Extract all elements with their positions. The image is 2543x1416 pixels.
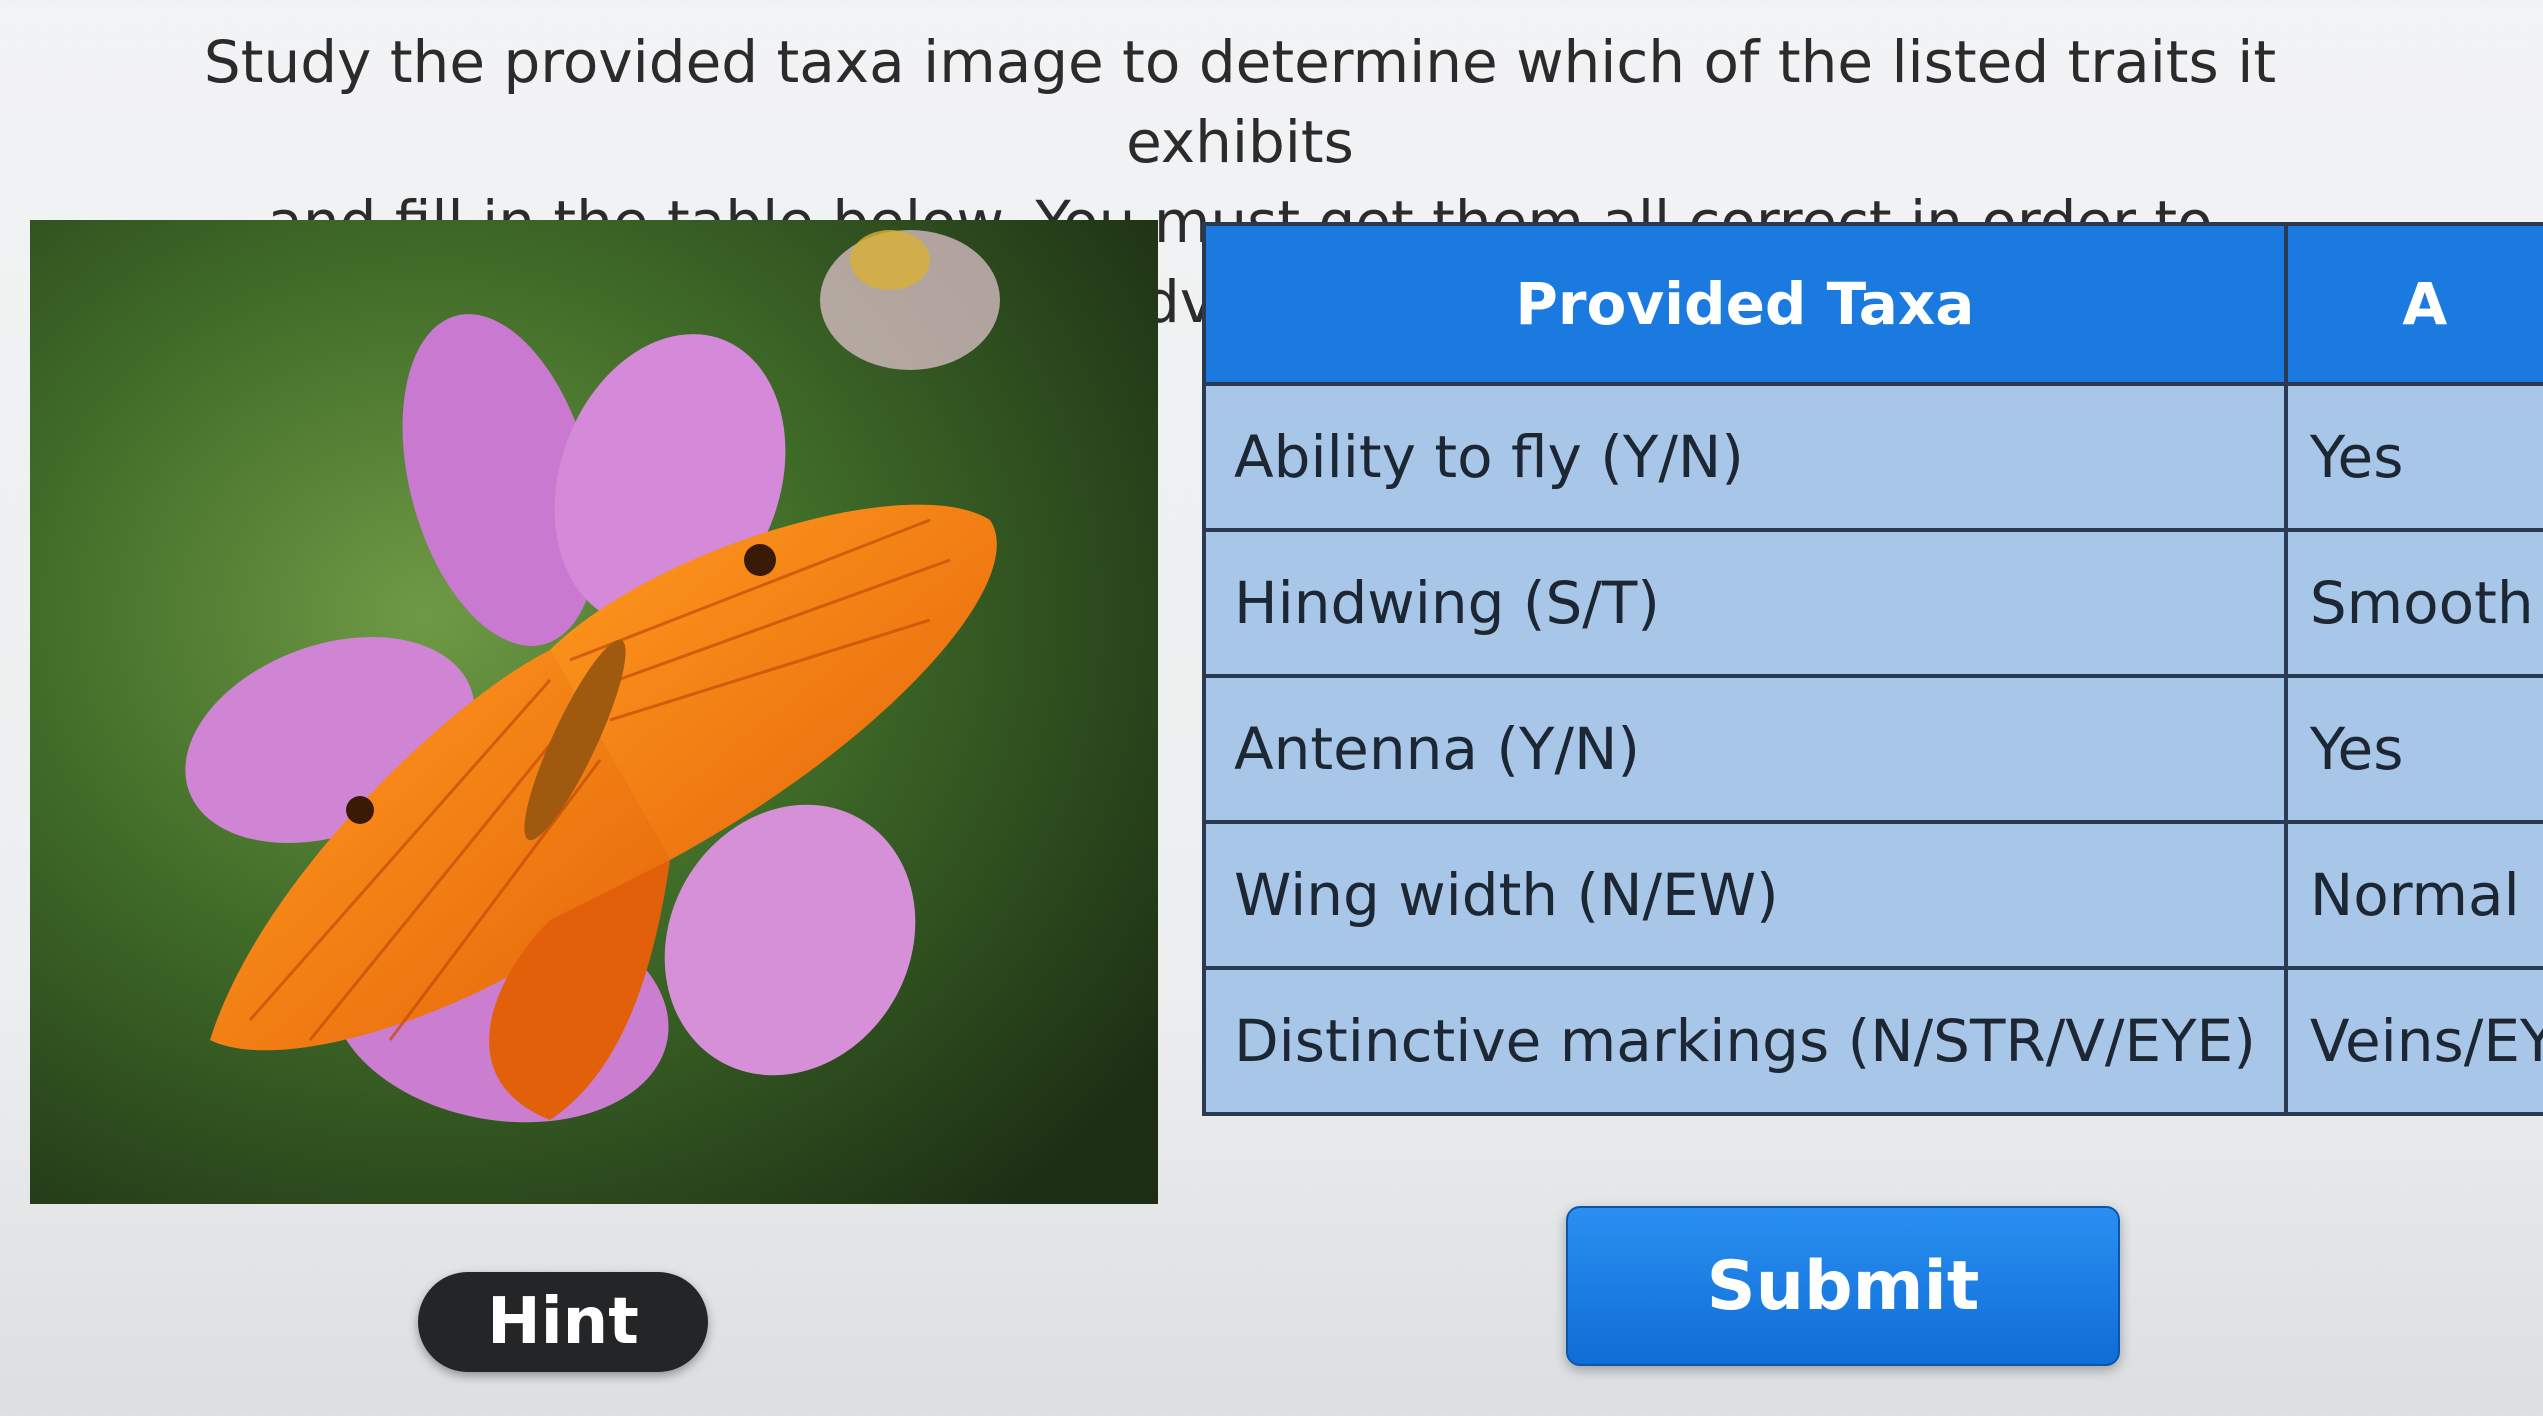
taxa-photo <box>30 220 1158 1204</box>
trait-label: Ability to fly (Y/N) <box>1202 382 2288 532</box>
header-provided-taxa: Provided Taxa <box>1202 222 2288 386</box>
trait-label: Hindwing (S/T) <box>1202 528 2288 678</box>
trait-label: Wing width (N/EW) <box>1202 820 2288 970</box>
table-row: Hindwing (S/T) Smooth <box>1202 528 2543 678</box>
trait-value-cell[interactable]: Yes <box>2283 382 2543 532</box>
table-row: Wing width (N/EW) Normal <box>1202 820 2543 970</box>
trait-label: Antenna (Y/N) <box>1202 674 2288 824</box>
table-row: Ability to fly (Y/N) Yes <box>1202 382 2543 532</box>
trait-value-cell[interactable]: Yes <box>2283 674 2543 824</box>
submit-button[interactable]: Submit <box>1566 1206 2120 1366</box>
trait-value-cell[interactable]: Smooth <box>2283 528 2543 678</box>
butterfly-on-flower-image <box>30 220 1158 1204</box>
instructions-line-1: Study the provided taxa image to determi… <box>203 28 2277 176</box>
trait-value-cell[interactable]: Veins/EYE <box>2283 966 2543 1116</box>
table-row: Antenna (Y/N) Yes <box>1202 674 2543 824</box>
header-column-a: A <box>2283 222 2543 386</box>
trait-value-cell[interactable]: Normal <box>2283 820 2543 970</box>
trait-label: Distinctive markings (N/STR/V/EYE) <box>1202 966 2288 1116</box>
table-header-row: Provided Taxa A <box>1202 222 2543 386</box>
hint-button[interactable]: Hint <box>418 1272 708 1372</box>
traits-table: Provided Taxa A Ability to fly (Y/N) Yes… <box>1202 222 2543 1116</box>
table-row: Distinctive markings (N/STR/V/EYE) Veins… <box>1202 966 2543 1116</box>
